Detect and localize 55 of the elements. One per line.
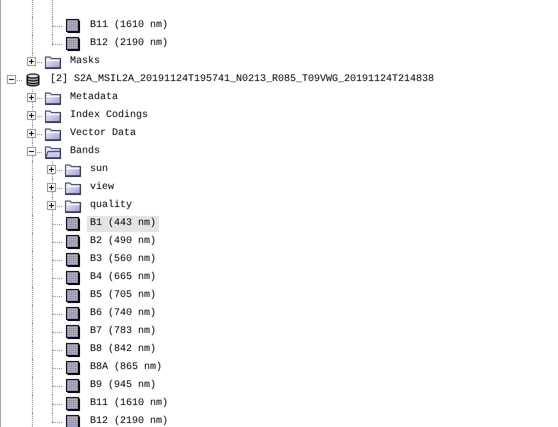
band-icon (66, 361, 80, 375)
band-icon (66, 235, 80, 249)
tree-item[interactable]: [2] S2A_MSIL2A_20191124T195741_N0213_R085_T09VWG_20191124T214838 (47, 72, 438, 88)
tree-item[interactable]: Metadata (67, 90, 122, 106)
tree-item[interactable]: B4 (665 nm) (87, 270, 160, 286)
expand-icon[interactable] (27, 111, 36, 120)
folder-icon (45, 128, 61, 140)
band-icon (66, 397, 80, 411)
band-icon (66, 19, 80, 33)
folder-icon (45, 92, 61, 104)
band-icon (66, 379, 80, 393)
tree-item[interactable]: view (87, 180, 118, 196)
expand-icon[interactable] (27, 57, 36, 66)
tree-item[interactable]: Index Codings (67, 108, 152, 124)
band-icon (66, 343, 80, 357)
expand-icon[interactable] (47, 183, 56, 192)
band-icon (66, 253, 80, 267)
expand-icon[interactable] (27, 93, 36, 102)
tree-item[interactable]: B2 (490 nm) (87, 234, 160, 250)
tree-item[interactable]: B11 (1610 nm) (87, 18, 172, 34)
tree-item[interactable]: B1 (443 nm) (87, 216, 160, 232)
tree-item[interactable]: B12 (2190 nm) (87, 414, 172, 427)
tree-item[interactable]: B9 (945 nm) (87, 378, 160, 394)
band-icon (66, 325, 80, 339)
band-icon (66, 217, 80, 231)
tree-item[interactable]: B7 (783 nm) (87, 324, 160, 340)
band-icon (66, 415, 80, 427)
folder-icon (65, 164, 81, 176)
tree-item[interactable]: Bands (67, 144, 104, 160)
collapse-icon[interactable] (7, 75, 16, 84)
tree-item[interactable]: Vector Data (67, 126, 140, 142)
folder-icon (65, 200, 81, 212)
tree-item[interactable]: B3 (560 nm) (87, 252, 160, 268)
tree-item[interactable]: sun (87, 162, 112, 178)
tree-item[interactable]: B12 (2190 nm) (87, 36, 172, 52)
folder-icon (45, 146, 61, 158)
band-icon (66, 289, 80, 303)
tree-item[interactable]: B6 (740 nm) (87, 306, 160, 322)
database-icon (26, 73, 40, 87)
tree-item[interactable]: B11 (1610 nm) (87, 396, 172, 412)
folder-icon (65, 182, 81, 194)
tree-item[interactable]: B5 (705 nm) (87, 288, 160, 304)
folder-icon (45, 56, 61, 68)
band-icon (66, 37, 80, 51)
band-icon (66, 271, 80, 285)
expand-icon[interactable] (47, 201, 56, 210)
expand-icon[interactable] (47, 165, 56, 174)
collapse-icon[interactable] (27, 147, 36, 156)
tree-item[interactable]: Masks (67, 54, 104, 70)
tree-item[interactable]: B8 (842 nm) (87, 342, 160, 358)
tree-item[interactable]: quality (87, 198, 136, 214)
expand-icon[interactable] (27, 129, 36, 138)
band-icon (66, 307, 80, 321)
folder-icon (45, 110, 61, 122)
tree-item[interactable]: B8A (865 nm) (87, 360, 166, 376)
